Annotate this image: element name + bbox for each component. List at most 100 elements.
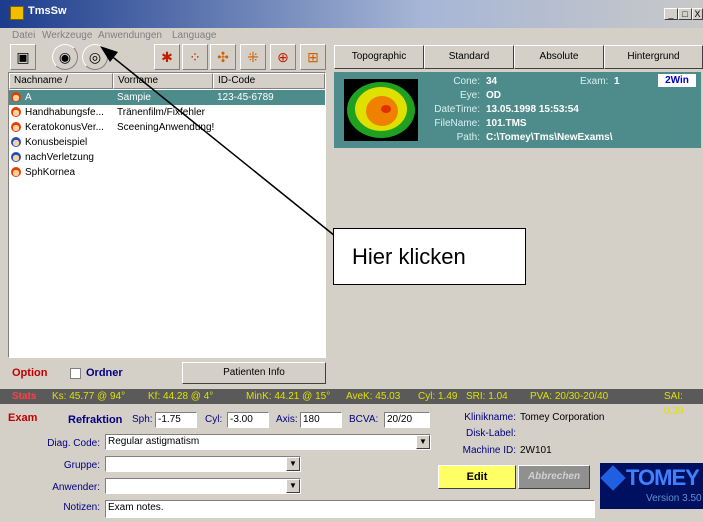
map-compare-icon[interactable]: ⊕ — [270, 44, 296, 70]
klinikname-value: Tomey Corporation — [520, 412, 605, 423]
tab-standard[interactable]: Standard — [424, 45, 514, 69]
menu-werkzeuge[interactable]: Werkzeuge — [42, 30, 92, 41]
anwender-select[interactable]: ▼ — [105, 478, 301, 494]
eye-label: Eye: — [459, 90, 480, 101]
exam-section-label: Exam — [8, 412, 38, 424]
anwender-label: Anwender: — [52, 482, 100, 493]
diag-code-label: Diag. Code: — [47, 438, 100, 449]
gruppe-select[interactable]: ▼ — [105, 456, 301, 472]
title-bar: TmsSw _ □ X — [0, 0, 703, 28]
twowin-badge[interactable]: 2Win — [658, 74, 696, 87]
filename-value: 101.TMS — [486, 118, 527, 129]
option-bar: Option Ordner Patienten Info — [8, 362, 326, 384]
table-row[interactable]: A Sampie 123-45-6789 — [9, 90, 325, 105]
map-dual-icon[interactable]: ⁘ — [182, 44, 208, 70]
cone-value: 34 — [486, 76, 498, 87]
bcva-label: BCVA: — [349, 414, 379, 425]
map-overview-icon[interactable]: ⊞ — [300, 44, 326, 70]
patient-icon — [11, 122, 21, 132]
diag-code-select[interactable]: Regular astigmatism ▼ — [105, 434, 431, 450]
eye-value: OD — [486, 90, 501, 101]
version-text: Version 3.50 — [646, 493, 702, 504]
sph-field[interactable]: -1.75 — [155, 412, 197, 428]
patient-icon — [11, 107, 21, 117]
cyl-label: Cyl: — [205, 414, 223, 425]
topography-thumbnail[interactable] — [344, 79, 418, 141]
stat-item: SAI: 0.39 — [664, 391, 684, 417]
table-row[interactable]: KeratokonusVer... SceeningAnwendung! — [9, 120, 325, 135]
stat-item: Kf: 44.28 @ 4° — [148, 391, 214, 402]
stat-item: AveK: 45.03 — [346, 391, 401, 402]
gruppe-label: Gruppe: — [63, 460, 100, 471]
menu-language[interactable]: Language — [172, 30, 217, 41]
camera-icon[interactable]: ◎ — [82, 44, 108, 70]
table-row[interactable]: nachVerletzung — [9, 150, 325, 165]
nachname-cell: Konusbeispiel — [25, 137, 88, 148]
datetime-value: 13.05.1998 15:53:54 — [486, 104, 579, 115]
filename-label: FileName: — [434, 118, 480, 129]
chevron-down-icon[interactable]: ▼ — [286, 457, 300, 471]
vorname-cell: Sampie — [117, 92, 151, 103]
stats-bar: Stats Ks: 45.77 @ 94° Kf: 44.28 @ 4° MinK:… — [0, 389, 703, 417]
maximize-button[interactable]: □ — [678, 8, 692, 20]
nachname-cell: SphKornea — [25, 167, 76, 178]
abbrechen-button[interactable]: Abbrechen — [518, 465, 590, 489]
tab-topographic[interactable]: Topographic — [334, 45, 424, 69]
ordner-checkbox[interactable] — [70, 368, 81, 379]
close-button[interactable]: X — [692, 8, 703, 20]
menu-bar: Datei Werkzeuge Anwendungen Language — [0, 28, 703, 44]
col-header-vorname[interactable]: Vorname — [113, 73, 213, 89]
nachname-cell: Handhabungsfe... — [25, 107, 104, 118]
tab-absolute[interactable]: Absolute — [514, 45, 604, 69]
cone-label: Cone: — [453, 76, 480, 87]
idcode-cell: 123-45-6789 — [217, 92, 274, 103]
map-quad-icon[interactable]: ✣ — [210, 44, 236, 70]
menu-datei[interactable]: Datei — [12, 30, 35, 41]
map-grid-icon[interactable]: ⁜ — [240, 44, 266, 70]
stats-label: Stats — [12, 391, 37, 402]
bcva-field[interactable]: 20/20 — [384, 412, 430, 428]
stat-item: PVA: 20/30-20/40 — [530, 391, 609, 402]
stat-item: Ks: 45.77 @ 94° — [52, 391, 126, 402]
app-icon — [10, 6, 24, 20]
stat-item: SRI: 1.04 — [466, 391, 508, 402]
col-header-nachname[interactable]: Nachname / — [9, 73, 113, 89]
window-title: TmsSw — [28, 5, 67, 17]
patient-list[interactable]: Nachname / Vorname ID-Code A Sampie 123-45… — [8, 72, 326, 358]
sph-label: Sph: — [132, 414, 153, 425]
callout-box: Hier klicken — [333, 228, 526, 285]
nachname-cell: nachVerletzung — [25, 152, 94, 163]
notizen-label: Notizen: — [63, 502, 100, 513]
nachname-cell: KeratokonusVer... — [25, 122, 104, 133]
cyl-field[interactable]: -3.00 — [227, 412, 269, 428]
table-row[interactable]: Handhabungsfe... Tränenfilm/Fixfehler — [9, 105, 325, 120]
logo-text: TOMEY — [626, 465, 700, 490]
edit-button[interactable]: Edit — [438, 465, 516, 489]
table-row[interactable]: SphKornea — [9, 165, 325, 180]
ordner-label: Ordner — [86, 367, 123, 379]
stat-item: MinK: 44.21 @ 15° — [246, 391, 331, 402]
path-value: C:\Tomey\Tms\NewExams\ — [486, 132, 613, 143]
option-label: Option — [12, 367, 48, 379]
datetime-label: DateTime: — [434, 104, 480, 115]
machine-id-label: Machine ID: — [462, 445, 516, 456]
disc-icon[interactable]: ◉ — [52, 44, 78, 70]
film-icon[interactable]: ▣ — [10, 44, 36, 70]
map-single-icon[interactable]: ✱ — [154, 44, 180, 70]
path-label: Path: — [456, 132, 480, 143]
col-header-idcode[interactable]: ID-Code — [213, 73, 325, 89]
menu-anwendungen[interactable]: Anwendungen — [98, 30, 162, 41]
chevron-down-icon[interactable]: ▼ — [286, 479, 300, 493]
tomey-logo: TOMEY Version 3.50 — [600, 463, 703, 509]
axis-field[interactable]: 180 — [300, 412, 342, 428]
axis-label: Axis: — [276, 414, 298, 425]
tab-hintergrund[interactable]: Hintergrund — [604, 45, 703, 69]
chevron-down-icon[interactable]: ▼ — [416, 435, 430, 449]
diag-code-value: Regular astigmatism — [108, 436, 200, 447]
patient-icon — [11, 137, 21, 147]
machine-id-value: 2W101 — [520, 445, 552, 456]
table-row[interactable]: Konusbeispiel — [9, 135, 325, 150]
minimize-button[interactable]: _ — [664, 8, 678, 20]
notizen-field[interactable]: Exam notes. — [105, 500, 595, 518]
patienten-info-button[interactable]: Patienten Info — [182, 362, 326, 384]
